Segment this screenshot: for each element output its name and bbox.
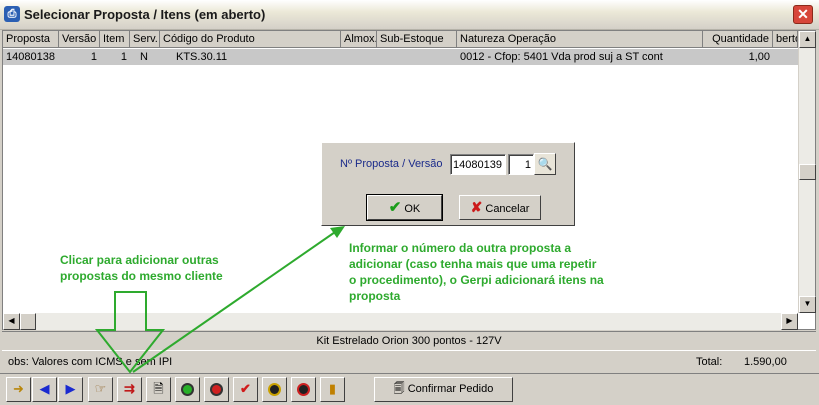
cell-proposta: 14080138 [6, 51, 55, 63]
horizontal-scroll-thumb[interactable] [20, 313, 36, 330]
ok-button[interactable]: ✔ OK [366, 194, 443, 221]
cancel-button[interactable]: ✘ Cancelar [459, 195, 541, 220]
confirm-order-button[interactable]: 🗐 Confirmar Pedido [374, 377, 513, 402]
col-header-quantidade[interactable]: Quantidade [703, 31, 773, 48]
left-annotation-line: propostas do mesmo cliente [60, 269, 223, 283]
cell-codigo: KTS.30.11 [176, 51, 228, 63]
cell-serv: N [140, 51, 148, 63]
proposal-number-input[interactable] [450, 154, 506, 175]
checkmark-icon: ✔ [388, 199, 402, 216]
cell-item: 1 [120, 51, 127, 63]
green-light-icon[interactable] [175, 377, 200, 402]
arrow-left-icon[interactable]: ◀ [32, 377, 57, 402]
scroll-down-icon[interactable]: ▼ [799, 296, 816, 313]
cell-natureza: 0012 - Cfop: 5401 Vda prod suj a ST cont [460, 51, 663, 63]
left-annotation: Clicar para adicionar outras propostas d… [60, 252, 223, 284]
black-dot-icon[interactable] [262, 377, 287, 402]
col-header-codigo[interactable]: Código do Produto [160, 31, 341, 48]
hand-pointer-icon[interactable]: ☞ [88, 377, 113, 402]
cell-subestoque [377, 49, 457, 65]
red-light-icon[interactable] [204, 377, 229, 402]
confirm-order-label: Confirmar Pedido [407, 383, 494, 395]
scroll-right-icon[interactable]: ▶ [781, 313, 798, 330]
col-header-almox[interactable]: Almox. [341, 31, 377, 48]
right-annotation-line: proposta [349, 289, 401, 303]
toolbar: ➜ ◀ ▶ ☞ ⇉ 🗎 ✔ ▮ 🗐 Confirmar Pedido [0, 373, 819, 405]
confirm-order-icon: 🗐 [393, 383, 405, 395]
search-icon[interactable]: 🔍 [534, 153, 556, 175]
cancel-label: Cancelar [485, 203, 530, 215]
window-title: Selecionar Proposta / Itens (em aberto) [24, 7, 266, 22]
proposal-version-label: Nº Proposta / Versão [340, 158, 443, 170]
vertical-scrollbar[interactable]: ▲ ▼ [798, 31, 816, 313]
cell-versao: 1 [90, 51, 97, 63]
title-bar: ⎙ Selecionar Proposta / Itens (em aberto… [0, 0, 819, 30]
cell-almox [341, 49, 377, 65]
door-exit-icon[interactable]: ▮ [320, 377, 345, 402]
right-annotation: Informar o número da outra proposta a ad… [349, 240, 604, 304]
horizontal-scrollbar[interactable]: ◀ ▶ [3, 313, 798, 330]
checkmark-icon[interactable]: ✔ [233, 377, 258, 402]
right-annotation-line: adicionar (caso tenha mais que uma repet… [349, 257, 597, 271]
right-annotation-line: o procedimento), o Gerpi adicionará iten… [349, 273, 604, 287]
close-button[interactable]: ✕ [793, 5, 813, 24]
total-label: Total: [696, 356, 723, 368]
add-proposal-icon[interactable]: ⇉ [117, 377, 142, 402]
col-header-natureza[interactable]: Natureza Operação [457, 31, 703, 48]
right-annotation-line: Informar o número da outra proposta a [349, 241, 572, 255]
cancel-x-icon: ✘ [470, 199, 483, 215]
left-annotation-line: Clicar para adicionar outras [60, 253, 219, 267]
ok-label: OK [404, 203, 421, 215]
col-header-aberto[interactable]: berto [773, 31, 798, 48]
col-header-versao[interactable]: Versão [59, 31, 100, 48]
record-icon[interactable] [291, 377, 316, 402]
product-description: Kit Estrelado Orion 300 pontos - 127V [2, 331, 816, 349]
version-input[interactable] [508, 154, 534, 175]
table-row[interactable]: 14080138 1 1 N KTS.30.11 0012 - Cfop: 54… [3, 49, 798, 65]
grid-header: Proposta Versão Item Serv. Código do Pro… [3, 31, 798, 48]
col-header-serv[interactable]: Serv. [130, 31, 160, 48]
app-icon: ⎙ [4, 6, 20, 22]
scroll-left-icon[interactable]: ◀ [3, 313, 20, 330]
exit-icon[interactable]: ➜ [6, 377, 31, 402]
status-bar: obs: Valores com ICMS e sem IPI Total: 1… [2, 350, 816, 372]
col-header-subestoque[interactable]: Sub-Estoque [377, 31, 457, 48]
col-header-item[interactable]: Item [100, 31, 130, 48]
total-value: 1.590,00 [744, 356, 787, 368]
cell-quantidade: 1,00 [748, 51, 770, 63]
obs-text: obs: Valores com ICMS e sem IPI [8, 356, 173, 368]
vertical-scroll-thumb[interactable] [799, 164, 816, 180]
add-proposal-dialog: Nº Proposta / Versão 🔍 ✔ OK ✘ Cancelar [321, 142, 575, 226]
document-icon[interactable]: 🗎 [146, 377, 171, 402]
scroll-up-icon[interactable]: ▲ [799, 31, 816, 48]
arrow-right-icon[interactable]: ▶ [58, 377, 83, 402]
col-header-proposta[interactable]: Proposta [3, 31, 59, 48]
